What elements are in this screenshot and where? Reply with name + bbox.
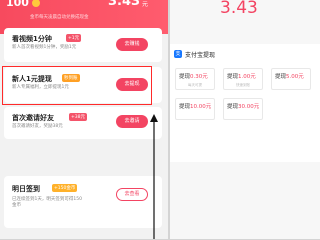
task-title: 看视频1分钟 bbox=[12, 35, 52, 43]
earn-button[interactable]: 去赚钱 bbox=[116, 38, 148, 51]
reward-badge: +1元 bbox=[66, 34, 82, 42]
reward-badge: +150金币 bbox=[52, 184, 78, 192]
withdraw-option[interactable]: 提现10.00元 bbox=[175, 98, 215, 120]
coin-balance: 100 bbox=[6, 0, 29, 9]
withdraw-balance: 3.43 bbox=[220, 0, 258, 18]
invite-button[interactable]: 去邀请 bbox=[116, 115, 148, 128]
alipay-withdraw-header[interactable]: 支 支付宝提现 bbox=[170, 44, 320, 62]
cash-unit: 元 bbox=[142, 1, 149, 8]
withdraw-option[interactable]: 提现1.00元 快速到账 bbox=[223, 68, 263, 90]
task-desc: 新人首次看视频1分钟，奖励1元 bbox=[12, 45, 77, 50]
left-screen: 100 3.43 元 金币每天凌晨自动兑换成现金 看视频1分钟 +1元 新人首次… bbox=[0, 0, 168, 239]
withdraw-option[interactable]: 提现30.00元 bbox=[223, 98, 263, 120]
task-card-watch-video: 看视频1分钟 +1元 新人首次看视频1分钟，奖励1元 去赚钱 bbox=[4, 28, 162, 62]
header-subtitle: 金币每天凌晨自动兑换成现金 bbox=[30, 15, 89, 20]
coin-icon bbox=[32, 0, 40, 7]
view-button[interactable]: 去查看 bbox=[116, 188, 148, 201]
task-title: 明日签到 bbox=[12, 185, 40, 193]
right-screen: 3.43 支 支付宝提现 提现0.30元 每天可提 提现1.00元 快速到账 提… bbox=[170, 0, 320, 239]
task-card-daily-checkin: 明日签到 +150金币 已连续签到1天，明天签到可得150 金币 去查看 bbox=[4, 176, 162, 228]
alipay-icon: 支 bbox=[174, 50, 182, 58]
arrow-up-icon bbox=[150, 114, 158, 239]
cash-balance: 3.43 bbox=[108, 0, 141, 9]
withdraw-option[interactable]: 提现0.30元 每天可提 bbox=[175, 68, 215, 90]
highlight-box bbox=[2, 66, 152, 105]
task-card-invite-friend: 首次邀请好友 +38元 首次邀请好友，奖励38元 去邀请 bbox=[4, 107, 162, 139]
withdraw-options: 提现0.30元 每天可提 提现1.00元 快速到账 提现5.00元 提现10.0… bbox=[170, 62, 320, 162]
reward-badge: +38元 bbox=[69, 113, 87, 121]
task-desc: 首次邀请好友，奖励38元 bbox=[12, 124, 63, 129]
alipay-label: 支付宝提现 bbox=[185, 52, 216, 59]
task-desc: 已连续签到1天，明天签到可得150 金币 bbox=[12, 197, 82, 208]
withdraw-option[interactable]: 提现5.00元 bbox=[271, 68, 311, 90]
task-title: 首次邀请好友 bbox=[12, 114, 54, 122]
